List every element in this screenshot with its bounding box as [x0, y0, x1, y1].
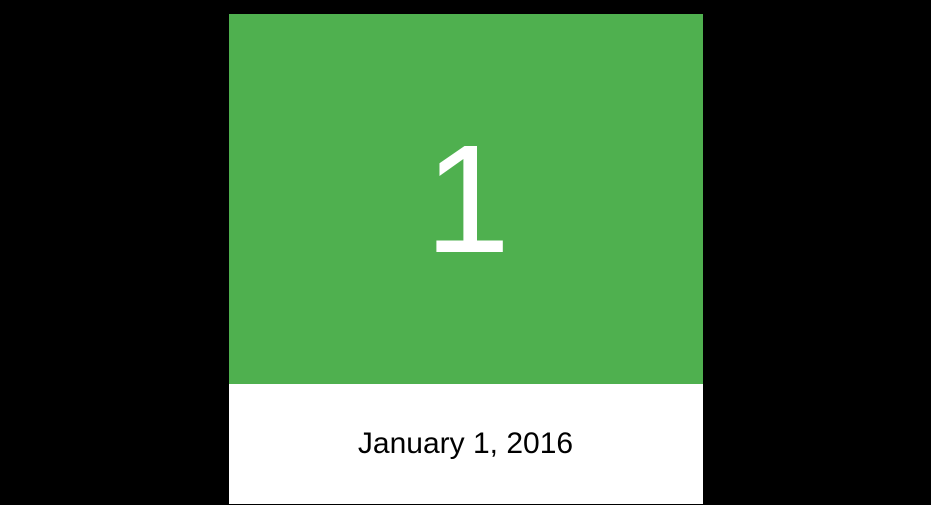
calendar-card: 1 January 1, 2016: [229, 14, 703, 504]
date-label: January 1, 2016: [358, 427, 573, 461]
card-footer: January 1, 2016: [229, 384, 703, 504]
day-number: 1: [425, 122, 507, 276]
card-header: 1: [229, 14, 703, 384]
